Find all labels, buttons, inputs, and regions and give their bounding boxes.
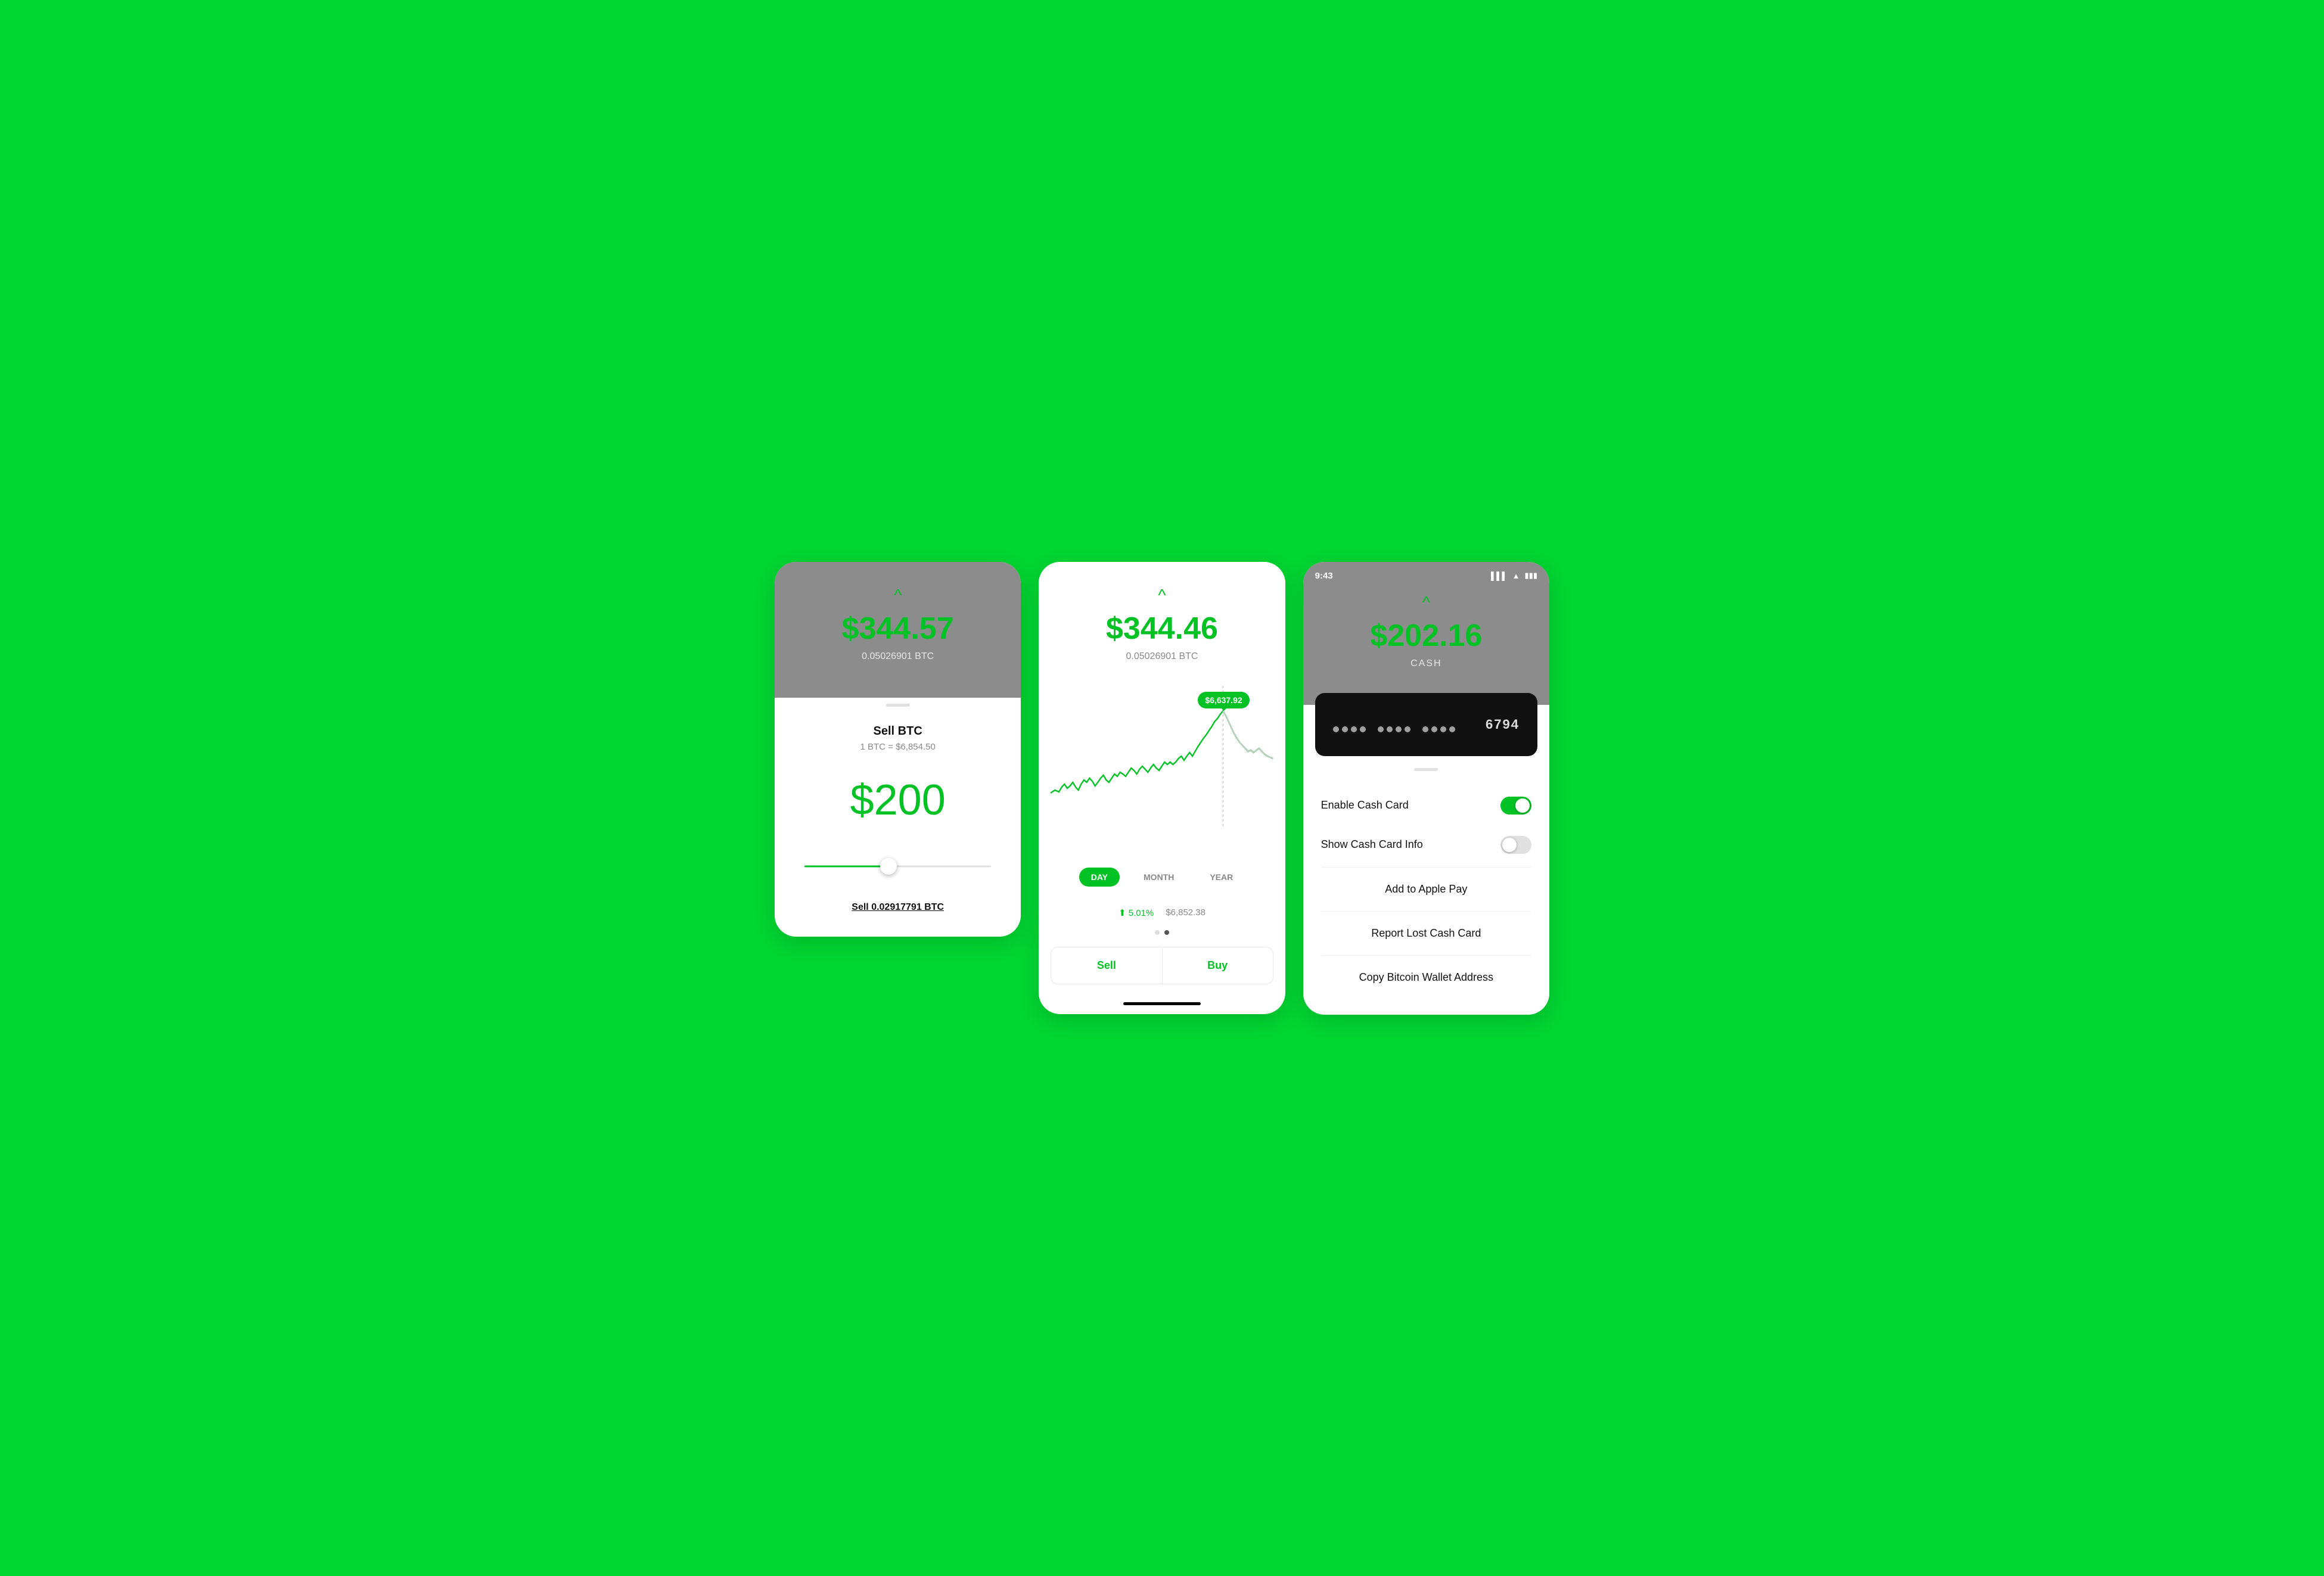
chevron-up-icon-s3: ^	[1315, 593, 1537, 612]
top-section-s2: ^ $344.46 0.05026901 BTC	[1039, 562, 1285, 686]
home-indicator-s2	[1123, 1002, 1201, 1005]
top-section-s3: 9:43 ▌▌▌ ▲ ▮▮▮ ^ $202.16 CASH	[1303, 562, 1549, 705]
cash-label: CASH	[1315, 658, 1537, 669]
bitcoin-chart-screen: ^ $344.46 0.05026901 BTC $6,637.92 DAY M…	[1039, 562, 1285, 1014]
card-dot	[1387, 726, 1393, 732]
btc-amount-s2: 0.05026901 BTC	[1057, 651, 1267, 662]
cash-card: 6794	[1315, 693, 1537, 756]
card-group-2	[1378, 726, 1410, 732]
tab-year[interactable]: YEAR	[1198, 868, 1245, 887]
enable-cash-card-toggle[interactable]	[1500, 797, 1531, 815]
card-dots	[1333, 726, 1455, 732]
sell-title: Sell BTC	[793, 725, 1003, 738]
sheet-handle-s3	[1414, 768, 1438, 771]
card-dot	[1360, 726, 1366, 732]
show-cash-card-info-row: Show Cash Card Info	[1321, 825, 1531, 865]
card-dot	[1449, 726, 1455, 732]
toggle-knob-show	[1502, 838, 1517, 852]
stats-price: $6,852.38	[1166, 907, 1206, 918]
stats-row: ⬆ 5.01% $6,852.38	[1039, 902, 1285, 924]
cash-card-screen: 9:43 ▌▌▌ ▲ ▮▮▮ ^ $202.16 CASH	[1303, 562, 1549, 1015]
sell-btc-screen: ^ $344.57 0.05026901 BTC Sell BTC 1 BTC …	[775, 562, 1021, 937]
cash-value: $202.16	[1315, 618, 1537, 654]
card-group-1	[1333, 726, 1366, 732]
divider-2	[1321, 911, 1531, 912]
card-dot	[1431, 726, 1437, 732]
chart-tooltip: $6,637.92	[1198, 692, 1249, 708]
chevron-up-icon-s1: ^	[793, 586, 1003, 605]
battery-icon: ▮▮▮	[1525, 571, 1537, 580]
sell-amount: $200	[793, 776, 1003, 825]
screens-container: ^ $344.57 0.05026901 BTC Sell BTC 1 BTC …	[775, 562, 1549, 1015]
show-cash-card-info-toggle[interactable]	[1500, 836, 1531, 854]
action-buttons: Sell Buy	[1051, 947, 1273, 984]
dot-1	[1155, 930, 1160, 935]
card-dot	[1333, 726, 1339, 732]
report-lost-card-item[interactable]: Report Lost Cash Card	[1321, 914, 1531, 953]
toggle-knob-enable	[1515, 798, 1530, 813]
btc-amount-s1: 0.05026901 BTC	[793, 651, 1003, 662]
sell-button[interactable]: Sell	[1051, 947, 1162, 984]
cash-card-sheet: Enable Cash Card Show Cash Card Info Add…	[1303, 756, 1549, 1015]
pagination-dots	[1039, 924, 1285, 947]
divider-1	[1321, 867, 1531, 868]
card-dot	[1378, 726, 1384, 732]
signal-icon: ▌▌▌	[1491, 571, 1508, 580]
divider-3	[1321, 955, 1531, 956]
status-bar: 9:43 ▌▌▌ ▲ ▮▮▮	[1315, 571, 1537, 581]
show-cash-card-info-label: Show Cash Card Info	[1321, 838, 1423, 851]
btc-usd-value-s1: $344.57	[793, 611, 1003, 646]
card-dot	[1351, 726, 1357, 732]
sell-btc-label: Sell 0.02917791 BTC	[793, 902, 1003, 913]
chevron-up-icon-s2: ^	[1057, 586, 1267, 605]
add-to-apple-pay-item[interactable]: Add to Apple Pay	[1321, 870, 1531, 909]
stats-change: ⬆ 5.01%	[1118, 907, 1154, 918]
copy-bitcoin-wallet-item[interactable]: Copy Bitcoin Wallet Address	[1321, 958, 1531, 997]
tab-month[interactable]: MONTH	[1132, 868, 1186, 887]
card-dot	[1440, 726, 1446, 732]
slider-fill	[804, 865, 888, 867]
sell-rate: 1 BTC = $6,854.50	[793, 742, 1003, 752]
card-dot	[1405, 726, 1410, 732]
top-section-s1: ^ $344.57 0.05026901 BTC	[775, 562, 1021, 698]
buy-button[interactable]: Buy	[1163, 947, 1273, 984]
dot-2	[1164, 930, 1169, 935]
enable-cash-card-label: Enable Cash Card	[1321, 799, 1409, 812]
btc-usd-value-s2: $344.46	[1057, 611, 1267, 646]
card-dot	[1396, 726, 1402, 732]
status-icons: ▌▌▌ ▲ ▮▮▮	[1491, 571, 1537, 580]
enable-cash-card-row: Enable Cash Card	[1321, 786, 1531, 825]
sheet-handle-s1	[886, 704, 910, 707]
card-dot	[1422, 726, 1428, 732]
status-time: 9:43	[1315, 571, 1333, 581]
time-tabs: DAY MONTH YEAR	[1039, 859, 1285, 896]
sell-btc-sheet: Sell BTC 1 BTC = $6,854.50 $200 Sell 0.0…	[775, 686, 1021, 937]
slider-thumb[interactable]	[880, 858, 897, 875]
card-group-3	[1422, 726, 1455, 732]
card-dot	[1342, 726, 1348, 732]
wifi-icon: ▲	[1512, 571, 1520, 580]
card-last4: 6794	[1486, 717, 1520, 732]
tab-day[interactable]: DAY	[1079, 868, 1120, 887]
chart-area: $6,637.92	[1039, 686, 1285, 853]
amount-slider[interactable]	[804, 854, 991, 878]
